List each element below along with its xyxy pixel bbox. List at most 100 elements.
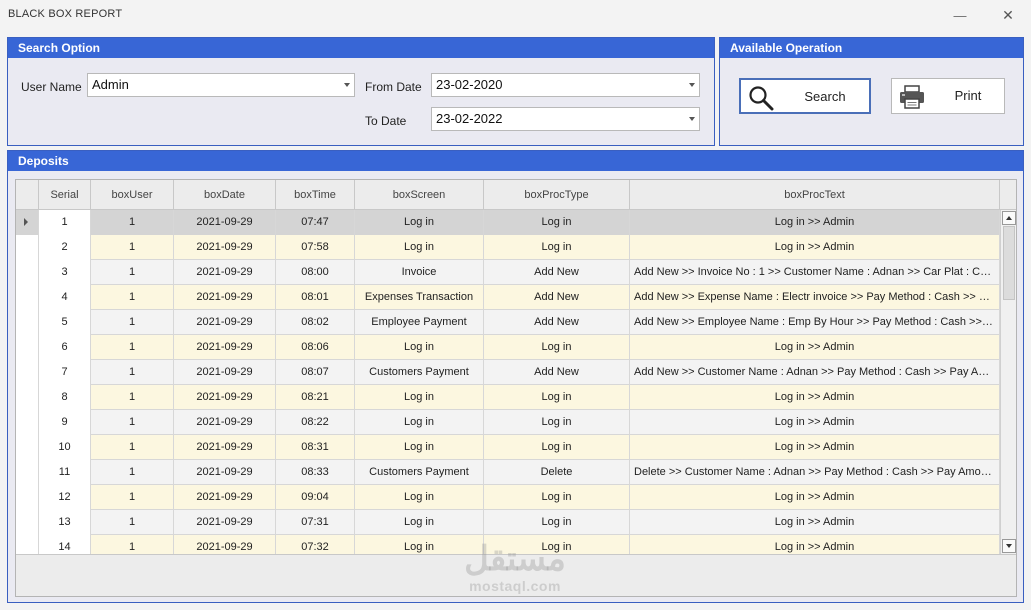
cell-boxproctext[interactable]: Add New >> Employee Name : Emp By Hour >… <box>630 310 1000 335</box>
cell-boxproctype[interactable]: Delete <box>484 460 630 485</box>
cell-boxproctype[interactable]: Log in <box>484 435 630 460</box>
cell-boxscreen[interactable]: Log in <box>355 510 484 535</box>
cell-serial[interactable]: 4 <box>39 285 91 310</box>
cell-boxscreen[interactable]: Log in <box>355 410 484 435</box>
cell-serial[interactable]: 9 <box>39 410 91 435</box>
scroll-down-button[interactable] <box>1002 539 1016 553</box>
cell-boxtime[interactable]: 08:21 <box>276 385 355 410</box>
cell-boxtime[interactable]: 08:22 <box>276 410 355 435</box>
column-header-boxdate[interactable]: boxDate <box>174 180 276 210</box>
cell-boxproctext[interactable]: Log in >> Admin <box>630 210 1000 235</box>
cell-boxuser[interactable]: 1 <box>91 335 174 360</box>
cell-boxdate[interactable]: 2021-09-29 <box>174 310 276 335</box>
cell-serial[interactable]: 13 <box>39 510 91 535</box>
cell-boxproctext[interactable]: Log in >> Admin <box>630 485 1000 510</box>
row-selector[interactable] <box>16 485 39 510</box>
cell-boxuser[interactable]: 1 <box>91 510 174 535</box>
close-button[interactable]: ✕ <box>995 4 1021 26</box>
row-selector[interactable] <box>16 410 39 435</box>
cell-boxdate[interactable]: 2021-09-29 <box>174 210 276 235</box>
cell-boxtime[interactable]: 09:04 <box>276 485 355 510</box>
cell-boxproctext[interactable]: Log in >> Admin <box>630 510 1000 535</box>
cell-boxproctext[interactable]: Delete >> Customer Name : Adnan >> Pay M… <box>630 460 1000 485</box>
cell-boxtime[interactable]: 08:02 <box>276 310 355 335</box>
cell-boxscreen[interactable]: Log in <box>355 235 484 260</box>
cell-boxtime[interactable]: 08:06 <box>276 335 355 360</box>
from-date-picker[interactable]: 23-02-2020 <box>431 73 700 97</box>
cell-boxtime[interactable]: 07:31 <box>276 510 355 535</box>
minimize-button[interactable]: — <box>947 4 973 26</box>
table-row[interactable]: 12 1 2021-09-29 09:04 Log in Log in Log in >> … <box>16 485 1000 510</box>
cell-serial[interactable]: 10 <box>39 435 91 460</box>
cell-boxuser[interactable]: 1 <box>91 210 174 235</box>
cell-boxproctext[interactable]: Add New >> Invoice No : 1 >> Customer Na… <box>630 260 1000 285</box>
print-button[interactable]: Print <box>891 78 1005 114</box>
cell-boxproctype[interactable]: Add New <box>484 285 630 310</box>
cell-boxproctext[interactable]: Add New >> Expense Name : Electr invoice… <box>630 285 1000 310</box>
table-row[interactable]: 9 1 2021-09-29 08:22 Log in Log in Log in >> A… <box>16 410 1000 435</box>
row-selector[interactable] <box>16 460 39 485</box>
cell-boxproctext[interactable]: Log in >> Admin <box>630 235 1000 260</box>
column-header-boxproctext[interactable]: boxProcText <box>630 180 1000 210</box>
cell-boxscreen[interactable]: Customers Payment <box>355 360 484 385</box>
cell-serial[interactable]: 8 <box>39 385 91 410</box>
cell-boxuser[interactable]: 1 <box>91 485 174 510</box>
cell-serial[interactable]: 12 <box>39 485 91 510</box>
table-row[interactable]: 13 1 2021-09-29 07:31 Log in Log in Log in >> … <box>16 510 1000 535</box>
table-row[interactable]: 8 1 2021-09-29 08:21 Log in Log in Log in >> A… <box>16 385 1000 410</box>
cell-boxdate[interactable]: 2021-09-29 <box>174 485 276 510</box>
cell-boxdate[interactable]: 2021-09-29 <box>174 335 276 360</box>
cell-boxtime[interactable]: 08:07 <box>276 360 355 385</box>
cell-boxproctype[interactable]: Add New <box>484 260 630 285</box>
cell-boxuser[interactable]: 1 <box>91 310 174 335</box>
cell-boxproctype[interactable]: Add New <box>484 360 630 385</box>
vertical-scrollbar[interactable] <box>1000 210 1016 554</box>
column-header-boxtime[interactable]: boxTime <box>276 180 355 210</box>
table-row[interactable]: 11 1 2021-09-29 08:33 Customers Payment Delet… <box>16 460 1000 485</box>
table-row[interactable]: 2 1 2021-09-29 07:58 Log in Log in Log in >> A… <box>16 235 1000 260</box>
cell-boxproctype[interactable]: Log in <box>484 385 630 410</box>
cell-boxtime[interactable]: 08:00 <box>276 260 355 285</box>
cell-boxscreen[interactable]: Log in <box>355 435 484 460</box>
cell-serial[interactable]: 5 <box>39 310 91 335</box>
cell-boxproctext[interactable]: Log in >> Admin <box>630 385 1000 410</box>
row-selector[interactable] <box>16 385 39 410</box>
row-selector[interactable] <box>16 510 39 535</box>
cell-boxscreen[interactable]: Employee Payment <box>355 310 484 335</box>
cell-boxdate[interactable]: 2021-09-29 <box>174 435 276 460</box>
cell-boxdate[interactable]: 2021-09-29 <box>174 235 276 260</box>
cell-boxscreen[interactable]: Log in <box>355 210 484 235</box>
deposits-grid[interactable]: Serial boxUser boxDate boxTime boxScreen… <box>15 179 1017 597</box>
cell-boxproctext[interactable]: Log in >> Admin <box>630 410 1000 435</box>
search-button[interactable]: Search <box>739 78 871 114</box>
row-selector[interactable] <box>16 260 39 285</box>
cell-boxproctext[interactable]: Log in >> Admin <box>630 435 1000 460</box>
column-header-boxuser[interactable]: boxUser <box>91 180 174 210</box>
row-selector[interactable] <box>16 335 39 360</box>
table-row[interactable]: 3 1 2021-09-29 08:00 Invoice Add New Add New >… <box>16 260 1000 285</box>
row-selector[interactable] <box>16 285 39 310</box>
cell-boxdate[interactable]: 2021-09-29 <box>174 260 276 285</box>
cell-boxuser[interactable]: 1 <box>91 285 174 310</box>
cell-boxproctype[interactable]: Log in <box>484 335 630 360</box>
cell-serial[interactable]: 2 <box>39 235 91 260</box>
to-date-picker[interactable]: 23-02-2022 <box>431 107 700 131</box>
table-row[interactable]: 5 1 2021-09-29 08:02 Employee Payment Add New… <box>16 310 1000 335</box>
cell-boxscreen[interactable]: Log in <box>355 385 484 410</box>
cell-serial[interactable]: 7 <box>39 360 91 385</box>
row-selector[interactable] <box>16 360 39 385</box>
cell-boxproctype[interactable]: Log in <box>484 485 630 510</box>
cell-boxproctext[interactable]: Add New >> Customer Name : Adnan >> Pay … <box>630 360 1000 385</box>
cell-boxdate[interactable]: 2021-09-29 <box>174 285 276 310</box>
table-row[interactable]: 6 1 2021-09-29 08:06 Log in Log in Log in >> A… <box>16 335 1000 360</box>
table-row[interactable]: 1 1 2021-09-29 07:47 Log in Log in Log in >> A… <box>16 210 1000 235</box>
cell-boxproctype[interactable]: Log in <box>484 235 630 260</box>
cell-serial[interactable]: 1 <box>39 210 91 235</box>
scrollbar-thumb[interactable] <box>1003 226 1015 300</box>
cell-boxproctext[interactable]: Log in >> Admin <box>630 335 1000 360</box>
cell-boxuser[interactable]: 1 <box>91 260 174 285</box>
row-selector[interactable] <box>16 210 39 235</box>
cell-boxtime[interactable]: 08:33 <box>276 460 355 485</box>
cell-boxscreen[interactable]: Customers Payment <box>355 460 484 485</box>
cell-boxuser[interactable]: 1 <box>91 385 174 410</box>
